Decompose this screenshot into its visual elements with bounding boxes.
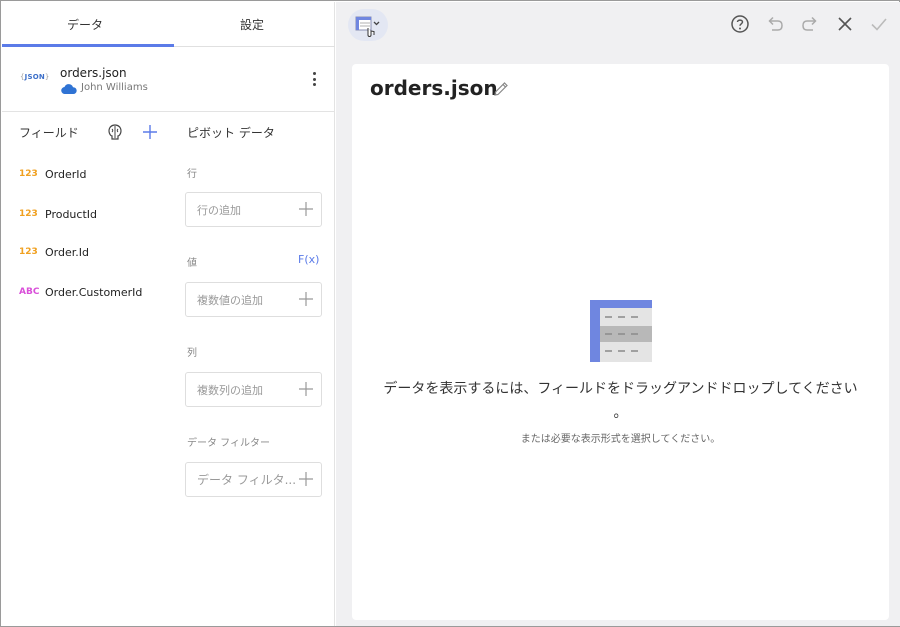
plus-icon: [299, 382, 313, 396]
formula-button[interactable]: F(x): [298, 253, 319, 266]
rows-placeholder: 行の追加: [197, 204, 241, 217]
data-filter-label: データ フィルター: [187, 438, 270, 449]
cloud-icon: [61, 84, 77, 94]
app-window: データ 設定 {JSON} orders.json John Williams …: [0, 0, 900, 627]
kebab-menu-icon[interactable]: [307, 70, 321, 88]
field-item[interactable]: ABC Order.CustomerId: [19, 283, 142, 301]
visualization-picker-button[interactable]: [348, 9, 388, 41]
brain-icon[interactable]: [106, 123, 124, 141]
rows-drop-zone[interactable]: 行の追加: [185, 192, 322, 227]
empty-state-message: データを表示するには、フィールドをドラッグアンドドロップしてください: [383, 381, 858, 397]
columns-label: 列: [187, 348, 197, 359]
add-field-plus-icon[interactable]: [141, 123, 159, 141]
field-item[interactable]: 123 ProductId: [19, 205, 97, 223]
field-item[interactable]: 123 Order.Id: [19, 243, 89, 261]
text-type-icon: ABC: [19, 287, 40, 297]
left-panel: データ 設定 {JSON} orders.json John Williams …: [2, 2, 335, 626]
number-type-icon: 123: [19, 209, 38, 219]
field-item[interactable]: 123 OrderId: [19, 165, 87, 183]
plus-icon: [299, 472, 313, 486]
values-drop-zone[interactable]: 複数値の追加: [185, 282, 322, 317]
data-filter-drop-zone[interactable]: データ フィルタ...: [185, 462, 322, 497]
data-source-name: orders.json: [60, 66, 127, 80]
tab-settings-label: 設定: [239, 18, 264, 32]
data-source-owner: John Williams: [81, 82, 148, 93]
top-toolbar: [336, 2, 900, 47]
empty-state-hint: または必要な表示形式を選択してください。: [520, 434, 721, 445]
visualization-area: orders.json データを表示するには、フィールドをドラッグアンドドロップ…: [336, 2, 900, 626]
data-filter-placeholder: データ フィルタ...: [197, 473, 297, 487]
close-icon[interactable]: [834, 13, 856, 35]
undo-icon[interactable]: [764, 13, 786, 35]
values-placeholder: 複数値の追加: [197, 294, 263, 307]
visualization-card: orders.json データを表示するには、フィールドをドラッグアンドドロップ…: [352, 64, 889, 620]
data-source-item[interactable]: {JSON} orders.json John Williams: [2, 48, 335, 112]
active-tab-indicator: [2, 44, 174, 47]
pivot-title: ピボット データ: [187, 126, 275, 140]
empty-state-message-tail: 。: [613, 405, 628, 421]
fields-title: フィールド: [19, 126, 79, 140]
field-name: OrderId: [45, 167, 87, 181]
number-type-icon: 123: [19, 169, 38, 179]
field-name: ProductId: [45, 207, 97, 221]
check-icon[interactable]: [868, 13, 890, 35]
empty-table-icon: [590, 300, 652, 362]
columns-drop-zone[interactable]: 複数列の追加: [185, 372, 322, 407]
pencil-icon[interactable]: [492, 80, 510, 98]
plus-icon: [299, 292, 313, 306]
plus-icon: [299, 202, 313, 216]
table-chart-icon: [355, 16, 380, 37]
number-type-icon: 123: [19, 247, 38, 257]
help-icon[interactable]: [729, 13, 751, 35]
field-name: Order.Id: [45, 245, 89, 259]
values-label: 値: [187, 258, 197, 269]
tab-data[interactable]: データ: [2, 2, 168, 47]
json-logo: {JSON}: [20, 73, 50, 81]
rows-label: 行: [187, 169, 197, 180]
visualization-title[interactable]: orders.json: [370, 76, 498, 100]
columns-placeholder: 複数列の追加: [197, 384, 263, 397]
tab-data-label: データ: [66, 18, 103, 32]
field-name: Order.CustomerId: [45, 285, 143, 299]
json-logo-text: JSON: [24, 73, 45, 81]
tab-settings[interactable]: 設定: [169, 2, 335, 47]
tab-bar: データ 設定: [2, 2, 335, 47]
redo-icon[interactable]: [799, 13, 821, 35]
